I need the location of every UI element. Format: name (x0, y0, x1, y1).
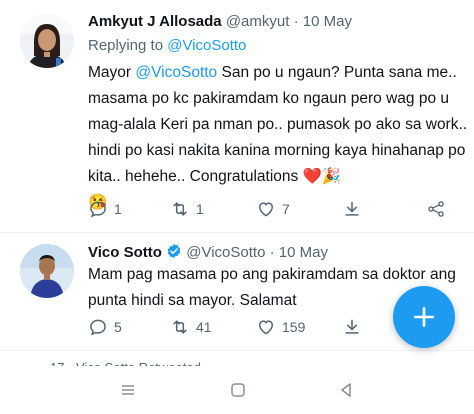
retweet-button[interactable]: 1 (170, 198, 204, 220)
tweet-actions: 1 1 7 (88, 198, 458, 220)
replying-to: Replying to @VicoSotto (88, 37, 246, 54)
display-name[interactable]: Vico Sotto (88, 244, 162, 261)
avatar[interactable] (20, 244, 74, 298)
tweet-text-rest: San po u ngaun? Punta sana me.. masama p… (88, 64, 468, 185)
like-count: 7 (282, 201, 290, 217)
reply-icon (90, 319, 106, 336)
replying-to-handle[interactable]: @VicoSotto (167, 37, 246, 54)
reply-button[interactable]: 5 (88, 316, 122, 338)
retweet-icon (173, 202, 187, 216)
nav-home-icon (231, 383, 245, 397)
nav-menu-button[interactable] (118, 380, 138, 400)
reply-count: 5 (114, 319, 122, 335)
divider (0, 350, 474, 351)
reply-icon (90, 201, 106, 218)
tweet-date[interactable]: 10 May (303, 13, 352, 30)
tweet-date[interactable]: 10 May (279, 244, 328, 261)
download-icon (345, 319, 359, 334)
verified-icon (167, 244, 181, 258)
share-icon (428, 201, 444, 217)
nav-menu-icon (122, 385, 134, 395)
retweet-count: 1 (196, 201, 204, 217)
tweet-text: Mayor @VicoSotto San po u ngaun? Punta s… (88, 60, 468, 216)
share-button[interactable] (426, 198, 446, 220)
tweet-mention[interactable]: @VicoSotto (135, 64, 217, 81)
reply-button[interactable]: 1 (88, 198, 122, 220)
like-icon (259, 320, 273, 335)
compose-tweet-button[interactable] (393, 286, 455, 348)
nav-home-button[interactable] (228, 380, 248, 400)
like-button[interactable]: 7 (256, 198, 290, 220)
user-handle[interactable]: @amkyut (226, 13, 290, 30)
separator: · (293, 13, 299, 30)
reply-count: 1 (114, 201, 122, 217)
download-button[interactable] (342, 316, 362, 338)
display-name[interactable]: Amkyut J Allosada (88, 13, 222, 30)
user-handle[interactable]: @VicoSotto (186, 244, 265, 261)
replying-to-label: Replying to (88, 37, 164, 54)
retweet-count: 41 (196, 319, 212, 335)
tweet-text-start: Mayor (88, 64, 136, 81)
download-button[interactable] (342, 198, 362, 220)
divider (0, 232, 474, 233)
tweet-header: Amkyut J Allosada @amkyut · 10 May (88, 13, 352, 30)
download-icon (345, 201, 359, 216)
like-icon (259, 202, 273, 217)
tweet-header: Vico Sotto @VicoSotto · 10 May (88, 243, 328, 261)
system-nav-bar (0, 366, 474, 414)
like-button[interactable]: 159 (256, 316, 305, 338)
separator: · (269, 244, 275, 261)
like-count: 159 (282, 319, 306, 335)
nav-back-icon (341, 383, 351, 397)
retweet-icon (173, 320, 187, 334)
compose-icon (414, 307, 434, 327)
retweet-button[interactable]: 41 (170, 316, 212, 338)
nav-back-button[interactable] (336, 380, 356, 400)
avatar[interactable] (20, 14, 74, 68)
